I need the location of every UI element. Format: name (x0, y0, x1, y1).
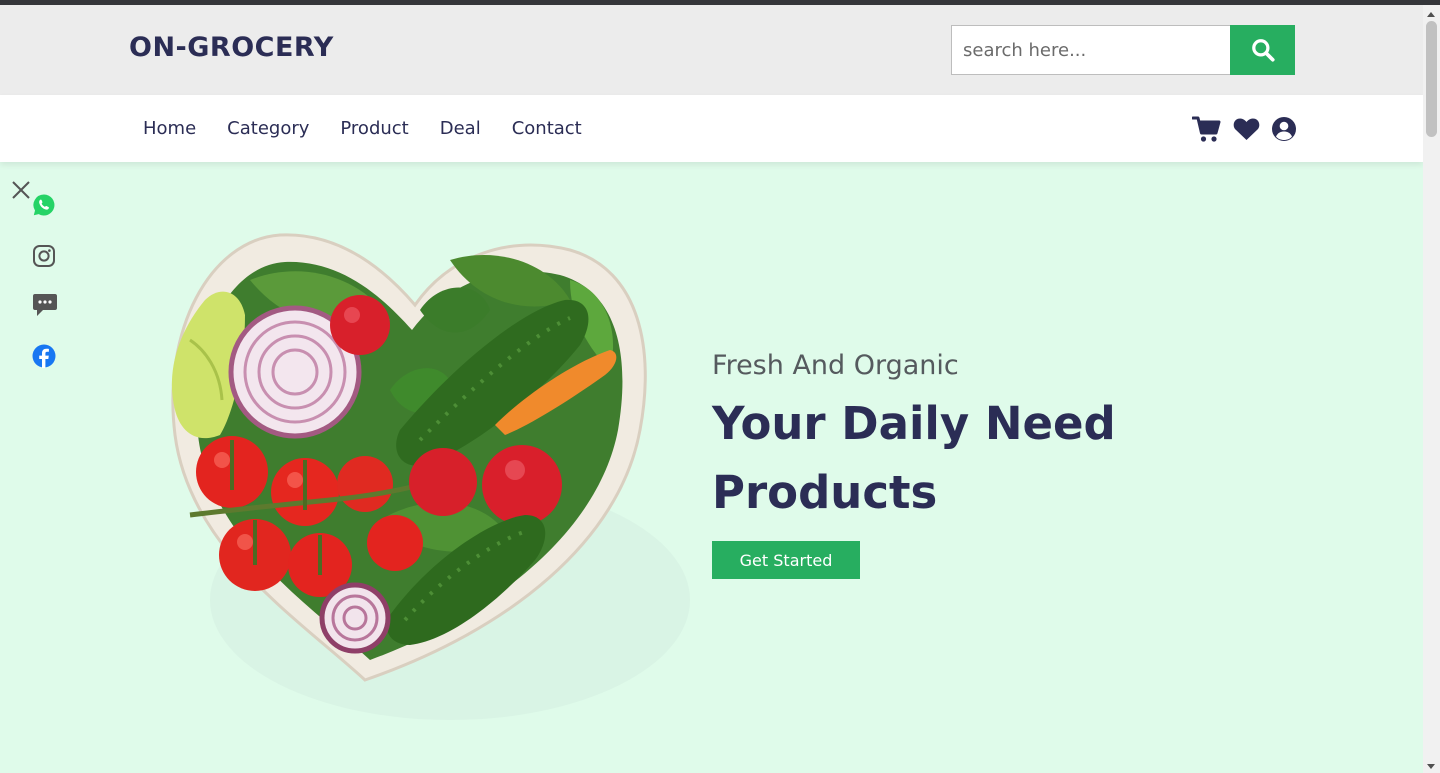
scrollbar-thumb[interactable] (1426, 21, 1437, 137)
nav-link-product[interactable]: Product (340, 118, 408, 139)
nav-links: Home Category Product Deal Contact (143, 95, 613, 162)
search-button[interactable] (1230, 25, 1295, 75)
vegetable-heart-illustration (171, 233, 690, 720)
scroll-down-arrow[interactable] (1427, 764, 1435, 769)
sms-icon (33, 294, 57, 316)
account-button[interactable] (1271, 116, 1297, 142)
nav-link-home[interactable]: Home (143, 118, 196, 139)
instagram-link[interactable] (32, 244, 56, 272)
site-logo[interactable]: ON-GROCERY (129, 32, 334, 63)
wishlist-button[interactable] (1233, 117, 1260, 141)
nav-link-category[interactable]: Category (227, 118, 309, 139)
cart-icon (1192, 116, 1221, 142)
nav-icon-group (1192, 115, 1308, 143)
nav-link-deal[interactable]: Deal (440, 118, 481, 139)
whatsapp-link[interactable] (32, 193, 56, 221)
facebook-link[interactable] (32, 344, 56, 372)
social-sidebar (0, 175, 70, 375)
hero-vegetable-heart-image (150, 220, 710, 720)
page: ON-GROCERY Home Category Product Deal Co… (0, 5, 1423, 773)
hero-text-block: Fresh And Organic Your Daily Need Produc… (712, 350, 1352, 527)
social-close-button[interactable] (11, 180, 31, 204)
cart-button[interactable] (1192, 115, 1222, 143)
scroll-up-arrow[interactable] (1427, 12, 1435, 17)
nav-link-contact[interactable]: Contact (512, 118, 582, 139)
user-icon (1272, 117, 1296, 141)
whatsapp-icon (33, 194, 55, 216)
sms-link[interactable] (32, 292, 58, 322)
main-navbar: Home Category Product Deal Contact (0, 95, 1423, 162)
facebook-icon (32, 344, 56, 368)
close-icon (12, 181, 30, 199)
header-top: ON-GROCERY (0, 5, 1423, 95)
heart-icon (1233, 118, 1260, 140)
vertical-scrollbar[interactable] (1423, 5, 1440, 773)
hero-subtitle: Fresh And Organic (712, 350, 959, 381)
search-input[interactable] (951, 25, 1231, 75)
instagram-icon (33, 245, 55, 267)
search-icon (1251, 39, 1275, 62)
hero-title: Your Daily Need Products (712, 397, 1116, 519)
get-started-button[interactable]: Get Started (712, 541, 860, 579)
